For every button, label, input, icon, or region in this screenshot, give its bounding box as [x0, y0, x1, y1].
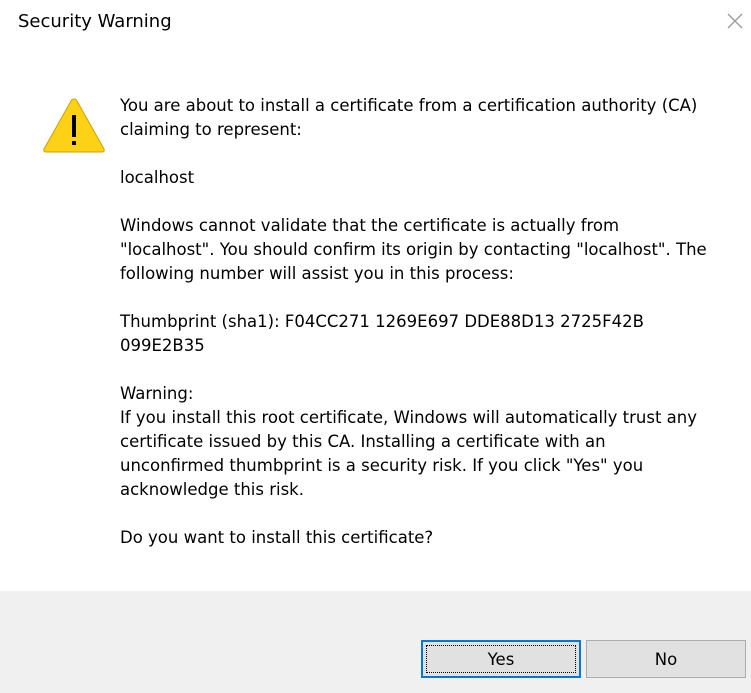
install-question: Do you want to install this certificate? [120, 528, 434, 547]
close-icon[interactable] [724, 10, 746, 32]
no-button[interactable]: No [586, 640, 746, 678]
warning-heading: Warning: [120, 384, 194, 403]
validation-text: Windows cannot validate that the certifi… [120, 216, 707, 283]
no-button-label: No [654, 649, 678, 669]
yes-button[interactable]: Yes [421, 640, 581, 678]
dialog-title: Security Warning [18, 11, 172, 32]
focus-ring [426, 645, 576, 673]
warning-icon [42, 96, 106, 154]
intro-text: You are about to install a certificate f… [120, 96, 698, 139]
warning-text: If you install this root certificate, Wi… [120, 408, 698, 499]
thumbprint-text: Thumbprint (sha1): F04CC271 1269E697 DDE… [120, 312, 644, 355]
message-body: You are about to install a certificate f… [120, 94, 710, 550]
certificate-subject: localhost [120, 168, 195, 187]
security-warning-dialog: Security Warning You are about to instal… [0, 0, 751, 693]
